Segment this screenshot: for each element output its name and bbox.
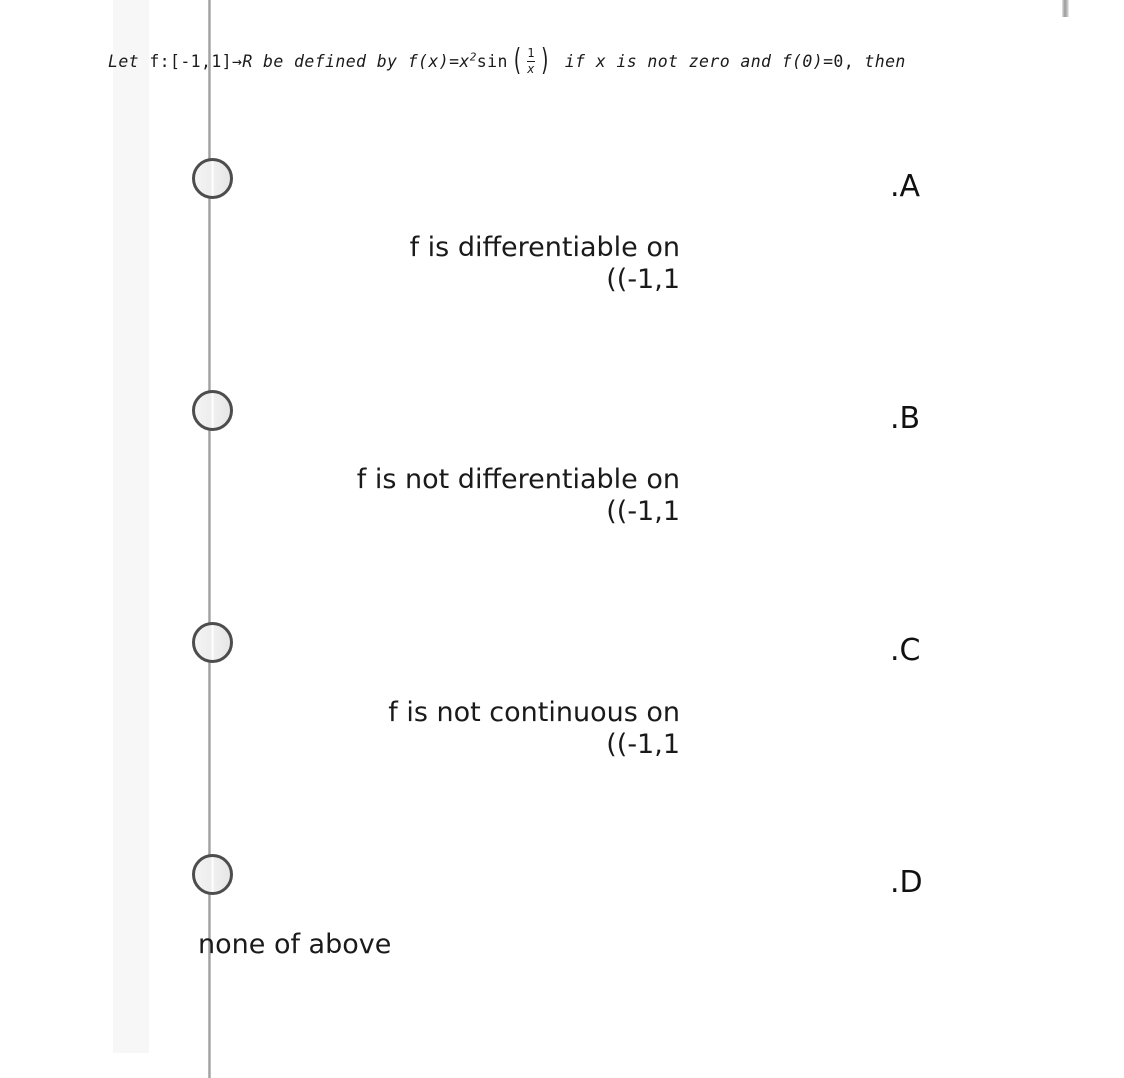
radio-button-a[interactable] (192, 158, 233, 199)
option-letter-a: .A (890, 169, 921, 204)
question-codomain: R (242, 51, 253, 71)
question-sin: sin (476, 51, 508, 71)
radio-button-c[interactable] (192, 622, 233, 663)
fraction-numerator: 1 (527, 46, 535, 60)
right-paren-glyph: ) (539, 43, 551, 79)
option-label-b[interactable]: f is not differentiable on ((-1,1 (268, 464, 680, 528)
question-x-exponent: 2 (469, 50, 477, 64)
question-function-declaration: f:[-1,1] (149, 51, 233, 71)
question-fx: f(x) (407, 51, 450, 71)
option-letter-d: .D (890, 865, 923, 900)
question-fraction: (1 x) (508, 43, 555, 79)
option-label-c[interactable]: f is not continuous on ((-1,1 (268, 697, 680, 761)
option-label-a[interactable]: f is differentiable on ((-1,1 (268, 232, 680, 296)
option-letter-c: .C (890, 633, 921, 668)
radio-button-b[interactable] (192, 390, 233, 431)
left-margin-stripe (113, 0, 149, 1053)
scrollbar-thumb[interactable] (1062, 0, 1069, 17)
fraction-denominator: x (527, 61, 535, 76)
left-paren-glyph: ( (511, 43, 523, 79)
question-stem-text: Let f:[-1,1]→R be defined by f(x)=x2sin(… (108, 43, 906, 79)
question-arrow-glyph: → (232, 51, 243, 71)
question-x-base: x (459, 51, 470, 71)
question-stem: Let f:[-1,1]→R be defined by f(x)=x2sin(… (108, 43, 1008, 79)
option-letter-b: .B (890, 401, 921, 436)
radio-button-d[interactable] (192, 854, 233, 895)
question-f-of-zero: f(0) (781, 51, 824, 71)
option-label-d[interactable]: none of above (198, 929, 463, 961)
